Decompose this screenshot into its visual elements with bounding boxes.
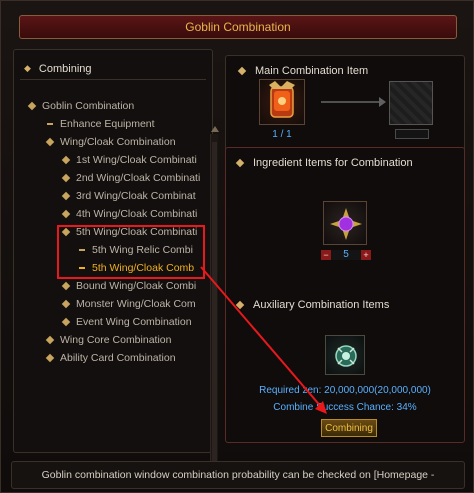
annotation-arrow xyxy=(200,266,327,414)
goblin-combination-window: Goblin Combination ◆ Combining Goblin Co… xyxy=(0,0,474,493)
